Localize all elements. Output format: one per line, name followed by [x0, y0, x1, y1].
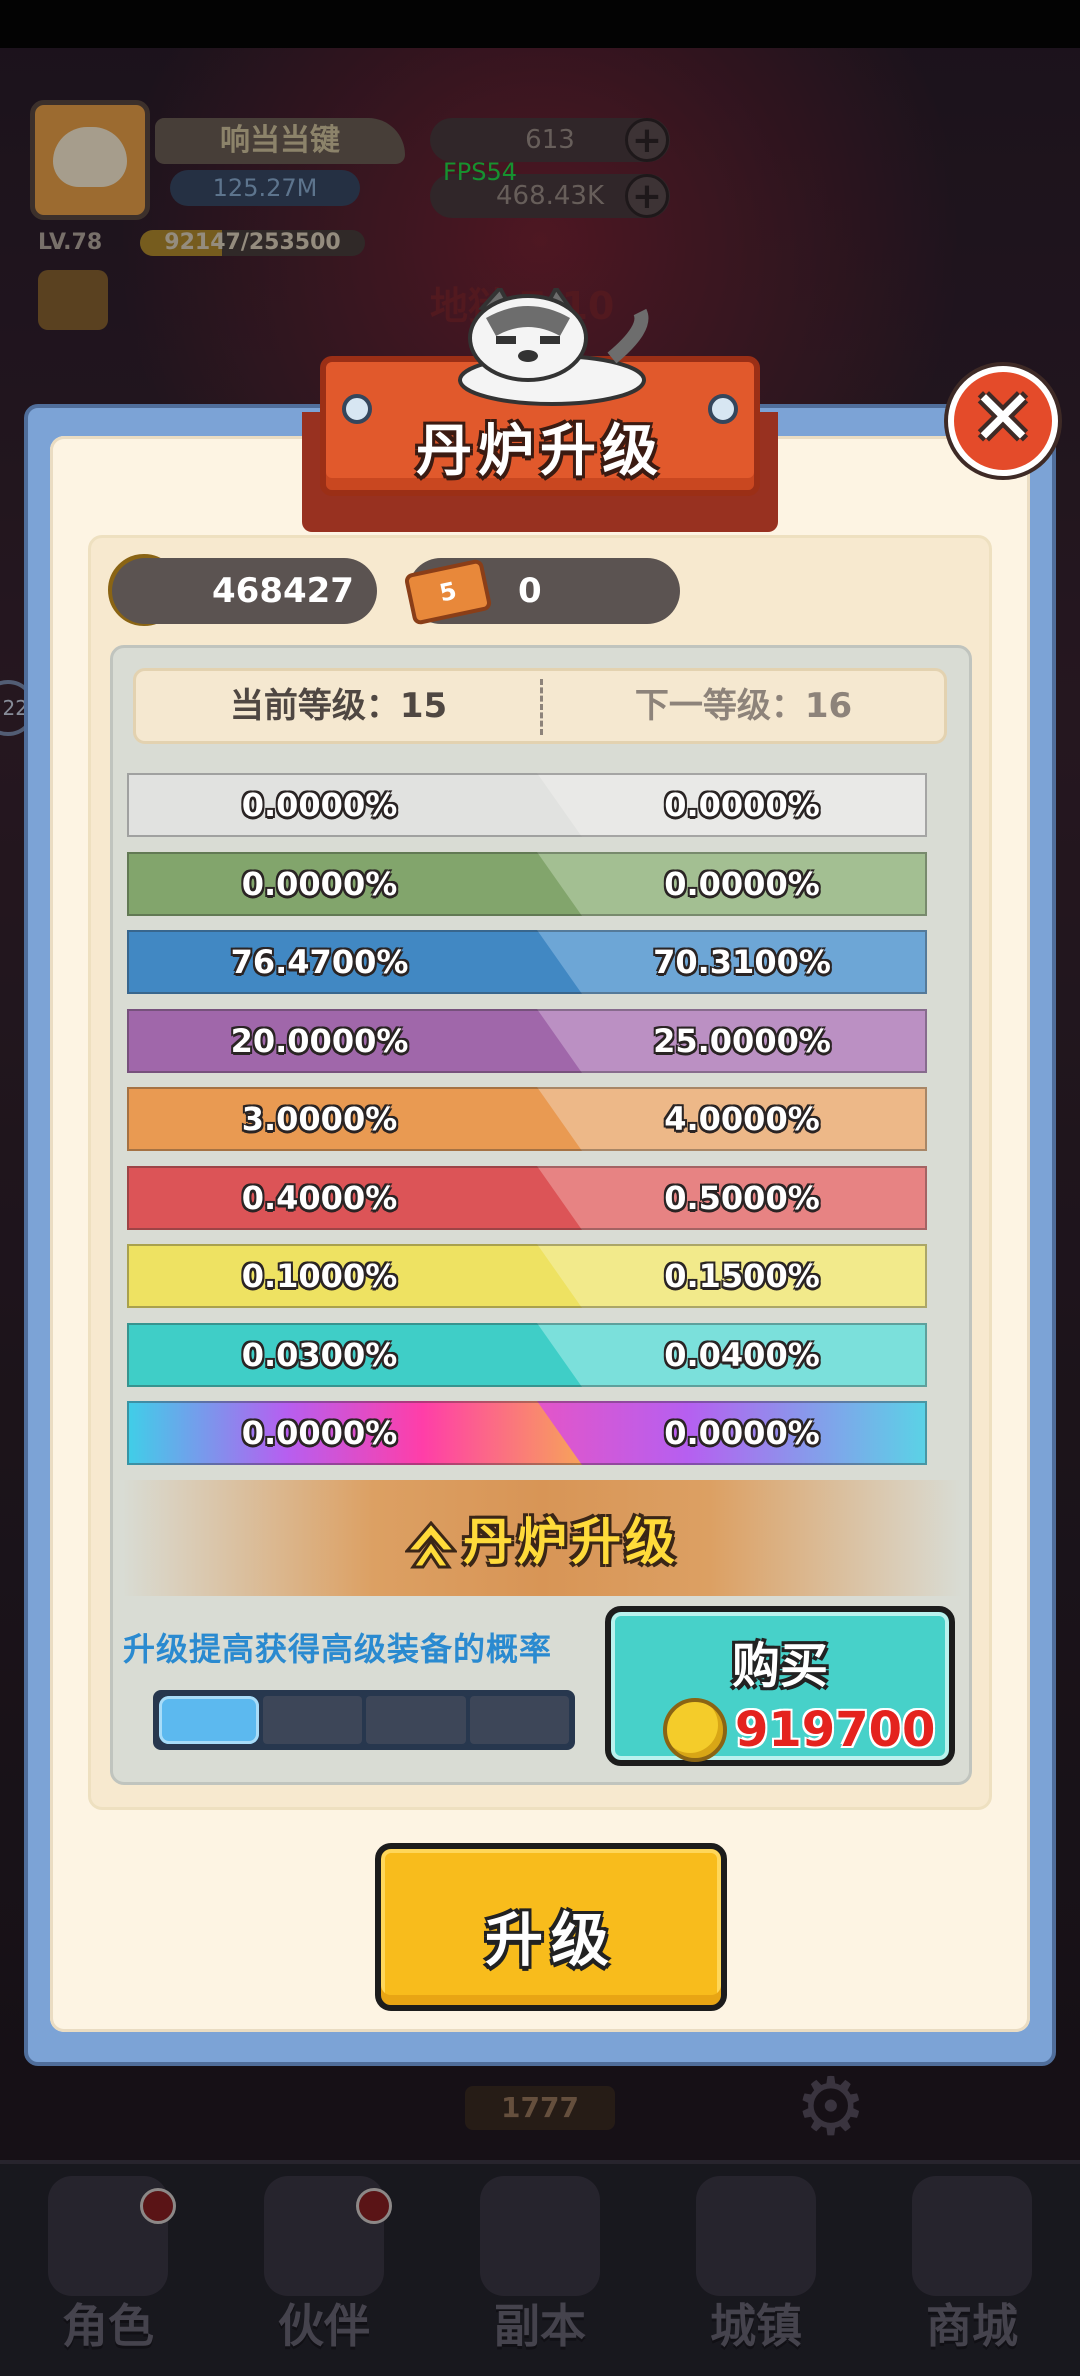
rate-next: 0.0000%: [664, 1414, 820, 1452]
current-level: 当前等级：15: [229, 686, 448, 726]
rate-next: 0.1500%: [664, 1257, 820, 1295]
double-arrow-up-icon: [405, 1520, 457, 1568]
buy-price: 919700: [735, 1702, 936, 1758]
rate-next: 4.0000%: [664, 1100, 820, 1138]
rate-next: 0.5000%: [664, 1179, 820, 1217]
rate-current: 0.0300%: [241, 1336, 398, 1374]
buy-button[interactable]: 购买 919700: [605, 1606, 955, 1766]
coin-balance-value: 468427: [212, 571, 354, 611]
upgrade-hint: 升级提高获得高级装备的概率: [123, 1630, 553, 1668]
coin-icon: [663, 1698, 727, 1762]
next-level: 下一等级：16: [634, 686, 853, 726]
rate-current: 3.0000%: [241, 1100, 398, 1138]
close-button[interactable]: ✕: [948, 366, 1058, 476]
upgrade-banner-text: 丹炉升级: [122, 1502, 962, 1574]
coin-balance: 468427: [112, 558, 377, 624]
rate-current: 0.4000%: [241, 1179, 398, 1217]
rate-row: 0.0000% 0.0000%: [127, 1401, 927, 1465]
rate-row: 0.0000% 0.0000%: [127, 852, 927, 916]
rate-current: 0.0000%: [241, 1414, 398, 1452]
progress-segment: [159, 1696, 259, 1744]
rate-row: 0.0300% 0.0400%: [127, 1323, 927, 1387]
rate-row: 0.1000% 0.1500%: [127, 1244, 927, 1308]
ticket-balance-value: 0: [518, 571, 542, 611]
rate-row: 20.0000% 25.0000%: [127, 1009, 927, 1073]
rate-row: 0.4000% 0.5000%: [127, 1166, 927, 1230]
upgrade-button[interactable]: 升级: [375, 1843, 727, 2011]
upgrade-progress: [153, 1690, 575, 1750]
rate-row: 76.4700% 70.3100%: [127, 930, 927, 994]
upgrade-banner: 丹炉升级: [122, 1480, 962, 1596]
ticket-badge: 5: [436, 576, 460, 608]
rate-next: 25.0000%: [653, 1022, 831, 1060]
progress-segment: [469, 1696, 569, 1744]
rate-next: 0.0000%: [664, 786, 820, 824]
modal-title: 丹炉升级: [416, 419, 664, 484]
rate-current: 0.0000%: [241, 786, 398, 824]
husky-mascot-icon: [458, 288, 649, 406]
rate-current: 0.0000%: [241, 865, 398, 903]
rate-current: 76.4700%: [230, 943, 409, 981]
upgrade-button-label: 升级: [484, 1906, 617, 1974]
rate-next: 0.0400%: [664, 1336, 820, 1374]
progress-segment: [262, 1696, 362, 1744]
buy-label: 购买: [731, 1638, 828, 1694]
rate-row: 0.0000% 0.0000%: [127, 773, 927, 837]
rate-current: 0.1000%: [241, 1257, 398, 1295]
level-header: 当前等级：15 下一等级：16: [133, 668, 947, 744]
rate-next: 0.0000%: [664, 865, 820, 903]
rate-row: 3.0000% 4.0000%: [127, 1087, 927, 1151]
rate-current: 20.0000%: [230, 1022, 409, 1060]
rate-next: 70.3100%: [653, 943, 831, 981]
progress-segment: [366, 1696, 466, 1744]
upgrade-banner-label: 丹炉升级: [463, 1513, 679, 1571]
